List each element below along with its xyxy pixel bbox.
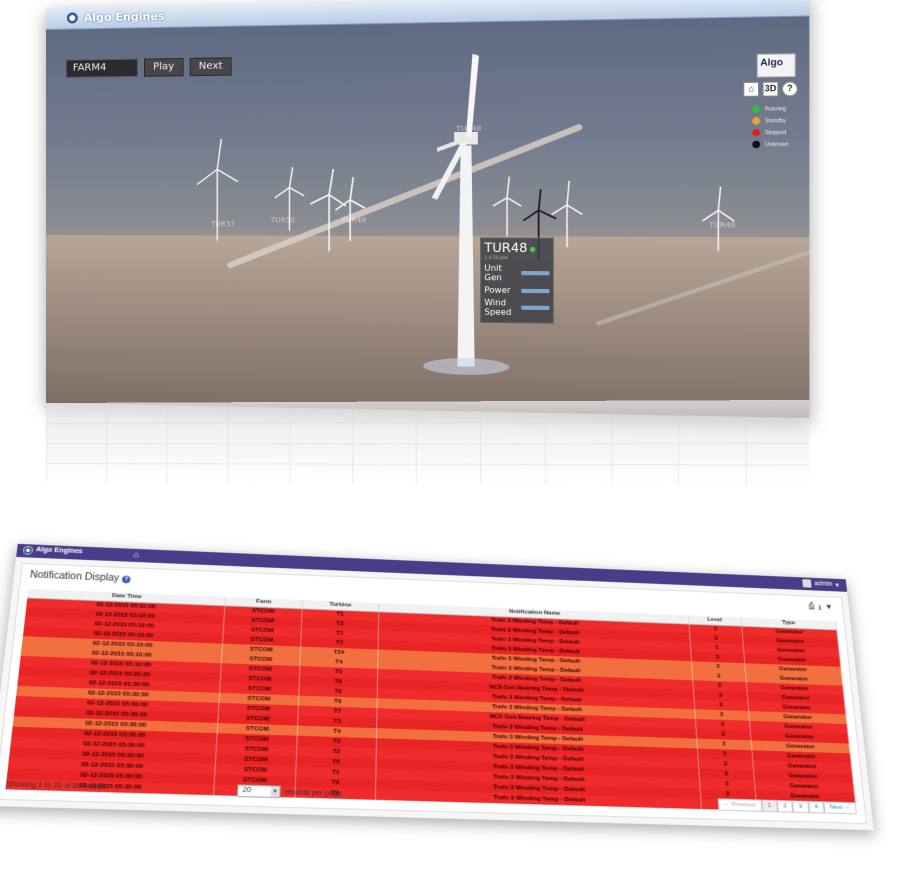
status-dot-icon (529, 246, 536, 253)
legend-label: Unknown (764, 141, 789, 148)
pager-previous[interactable]: ← Previous (717, 798, 763, 812)
popup-bar (521, 270, 550, 276)
legend-item: Unknown (752, 138, 789, 150)
turbine-label: TUR48 (456, 124, 482, 134)
download-icon[interactable]: ⭳ (818, 602, 822, 615)
turbines-layer (46, 53, 809, 376)
legend-label: Standby (764, 117, 786, 125)
status-legend: Running Standby Stopped Unknown (752, 103, 789, 150)
popup-turbine-name: TUR48 (484, 240, 528, 256)
notification-window: Algo Engines ⌂ admin ▾ Notification Disp… (0, 543, 874, 831)
status-dot-icon (752, 105, 761, 113)
help-button[interactable]: ? (781, 81, 798, 97)
turbine-selected[interactable] (423, 53, 510, 376)
print-icon[interactable]: ⎙ (808, 602, 815, 615)
chevron-down-icon: ▼ (270, 786, 280, 798)
notification-table: Date Time Farm Turbine Notification Name… (5, 588, 857, 814)
popup-row-label: Wind Speed (484, 297, 512, 317)
home-icon[interactable]: ⌂ (133, 550, 139, 560)
next-button[interactable]: Next (189, 57, 232, 77)
per-page-value: 20 (242, 786, 252, 795)
play-button[interactable]: Play (144, 57, 184, 77)
help-icon[interactable]: ? (121, 575, 131, 583)
turbine-label: TUR50 (270, 216, 295, 225)
status-dot-icon (752, 117, 761, 125)
notify-app-title: Algo Engines (35, 546, 83, 556)
legend-label: Stopped (764, 129, 787, 136)
legend-item: Stopped (752, 127, 788, 139)
turbine-info-popup: TUR48 1.4 TR.604 Unit Gen Power Wind Spe… (480, 237, 554, 324)
popup-bar (521, 305, 550, 311)
legend-label: Running (764, 105, 787, 113)
notification-panel: Notification Display ? ⎙ ⭳ ▼ Date Time F… (0, 562, 868, 824)
farm-select[interactable]: FARM4 (65, 58, 138, 78)
panel-tools: ⎙ ⭳ ▼ (808, 602, 833, 616)
turbine-3d-viewer: Algo Engines TUR37 TUR50 TUR49 TUR48 TUR… (46, 0, 810, 419)
app-logo-icon (22, 545, 34, 555)
turbine-label: TUR46 (709, 220, 736, 230)
home-view-button[interactable]: ⌂ (743, 81, 760, 97)
wind-farm-scene[interactable]: TUR37 TUR50 TUR49 TUR48 TUR46 FARM4 Play… (46, 16, 810, 419)
status-dot-icon (752, 140, 761, 149)
legend-item: Standby (752, 115, 788, 127)
panel-title-text: Notification Display (29, 569, 120, 584)
popup-row: Power (481, 282, 553, 295)
turbine-label: TUR37 (211, 220, 235, 229)
chevron-down-icon: ▾ (835, 581, 840, 589)
filter-icon[interactable]: ▼ (825, 603, 834, 616)
popup-row-label: Unit Gen (484, 263, 502, 283)
per-page-label: records per page (284, 788, 342, 798)
turbine-distant[interactable] (335, 177, 364, 241)
popup-row-label: Power (484, 285, 511, 295)
per-page-select[interactable]: 20 ▼ (236, 784, 281, 799)
legend-item: Running (752, 103, 788, 115)
pager-page[interactable]: 4 (807, 800, 825, 814)
turbine-distant[interactable] (703, 187, 735, 251)
turbine-distant[interactable] (552, 181, 583, 247)
pager-page[interactable]: 2 (776, 800, 794, 813)
panel-title: Notification Display ? (29, 570, 131, 585)
turbine-distant[interactable] (493, 177, 521, 237)
app-logo-icon (65, 11, 79, 25)
view-buttons: ⌂ 3D ? (743, 81, 798, 97)
logo-text: Algo (760, 56, 784, 68)
entries-summary: Showing 1 to 20 of 80 entries (5, 780, 107, 792)
user-menu[interactable]: admin ▾ (802, 579, 840, 589)
playback-controls: FARM4 Play Next (65, 57, 232, 78)
content-area: Notification Display ? ⎙ ⭳ ▼ Date Time F… (0, 556, 874, 831)
status-dot-icon (752, 128, 761, 137)
popup-row: Wind Speed (481, 295, 553, 318)
pager-page[interactable]: 3 (792, 800, 810, 814)
popup-row: Unit Gen (481, 260, 553, 282)
turbine-label: TUR49 (341, 216, 367, 225)
turbine-distant[interactable] (310, 169, 346, 251)
user-name: admin (814, 580, 833, 588)
3d-view-button[interactable]: 3D (762, 81, 779, 97)
popup-bar (521, 288, 550, 293)
pager-next[interactable]: Next → (823, 801, 857, 815)
viewer-reflection (46, 399, 810, 487)
viewer-app-title: Algo Engines (83, 9, 165, 25)
avatar (802, 579, 812, 588)
records-per-page: 20 ▼ records per page (236, 784, 342, 800)
company-logo: Algo (756, 53, 796, 78)
pager-page[interactable]: 1 (761, 799, 778, 813)
